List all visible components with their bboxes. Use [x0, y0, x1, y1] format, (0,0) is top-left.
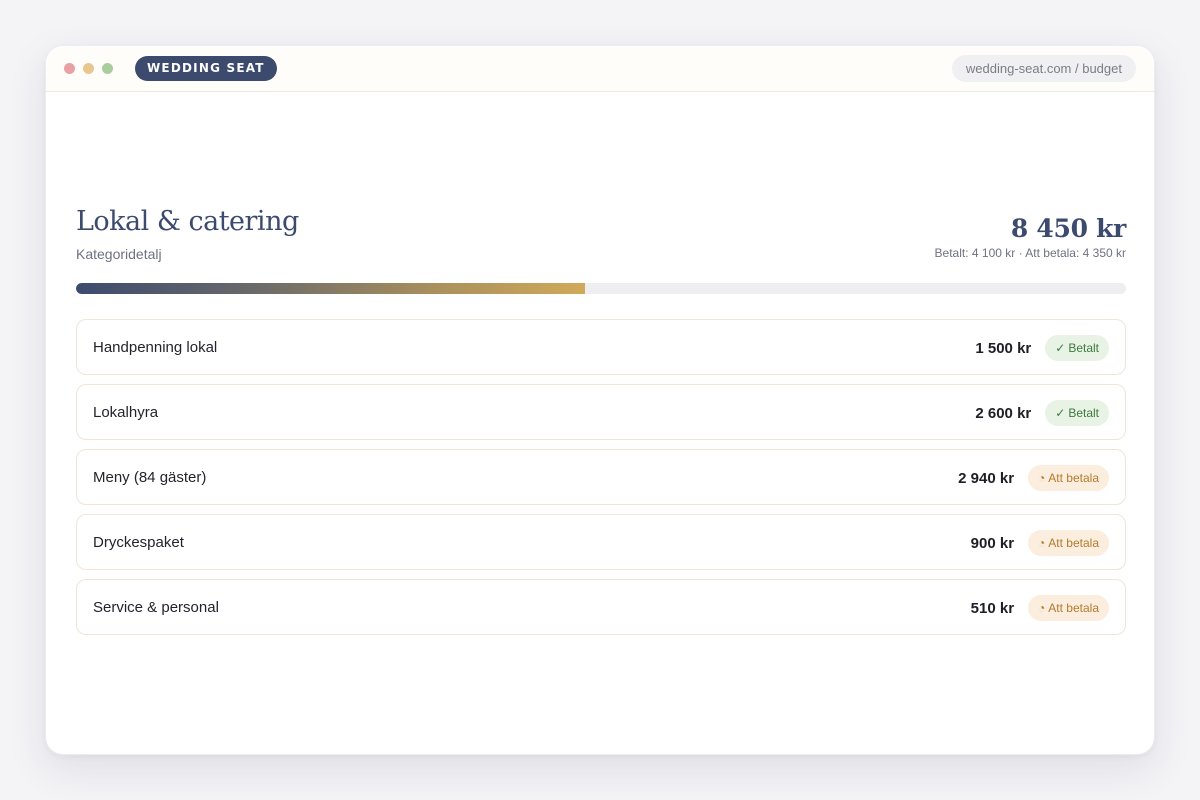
- close-window-button[interactable]: [64, 63, 75, 74]
- expense-row[interactable]: Dryckespaket 900 kr ◔ Att betala: [76, 514, 1126, 570]
- expense-row[interactable]: Lokalhyra 2 600 kr ✓ Betalt: [76, 384, 1126, 440]
- category-totals: 8 450 kr Betalt: 4 100 kr · Att betala: …: [934, 214, 1127, 260]
- status-label: Att betala: [1048, 601, 1099, 615]
- status-label: Betalt: [1068, 341, 1099, 355]
- status-label: Att betala: [1048, 536, 1099, 550]
- checkmark-icon: ✓: [1055, 341, 1066, 355]
- url-bar[interactable]: wedding-seat.com / budget: [951, 55, 1136, 82]
- expense-amount: 510 kr: [970, 599, 1015, 617]
- status-badge[interactable]: ◔ Att betala: [1028, 530, 1109, 556]
- maximize-window-button[interactable]: [102, 63, 113, 74]
- expense-row[interactable]: Service & personal 510 kr ◔ Att betala: [76, 579, 1126, 635]
- total-amount: 8 450 kr: [1010, 214, 1126, 243]
- status-label: Betalt: [1068, 406, 1099, 420]
- expense-name: Meny (84 gäster): [93, 469, 207, 486]
- title-bar: WEDDING SEAT wedding-seat.com / budget: [46, 46, 1154, 92]
- expense-amount: 2 940 kr: [958, 469, 1015, 487]
- expense-amount: 2 600 kr: [975, 404, 1032, 422]
- status-badge[interactable]: ✓ Betalt: [1045, 400, 1109, 426]
- status-label: Att betala: [1048, 471, 1099, 485]
- expense-name: Lokalhyra: [93, 404, 159, 421]
- category-detail: Lokal & catering Kategoridetalj 8 450 kr…: [76, 206, 1127, 635]
- expense-name: Handpenning lokal: [93, 339, 218, 356]
- pending-clock-icon: ◔: [1038, 601, 1046, 615]
- expense-list: Handpenning lokal 1 500 kr ✓ Betalt Loka…: [76, 319, 1126, 644]
- pending-clock-icon: ◔: [1038, 536, 1046, 550]
- expense-amount: 1 500 kr: [975, 339, 1032, 357]
- minimize-window-button[interactable]: [83, 63, 94, 74]
- expense-amount: 900 kr: [970, 534, 1015, 552]
- checkmark-icon: ✓: [1055, 406, 1066, 420]
- expense-row[interactable]: Handpenning lokal 1 500 kr ✓ Betalt: [76, 319, 1126, 375]
- status-badge[interactable]: ◔ Att betala: [1028, 595, 1109, 621]
- browser-window: WEDDING SEAT wedding-seat.com / budget L…: [45, 45, 1155, 755]
- expense-name: Service & personal: [93, 599, 219, 616]
- payment-progress-fill: [76, 283, 586, 294]
- payment-summary: Betalt: 4 100 kr · Att betala: 4 350 kr: [934, 246, 1126, 260]
- status-badge[interactable]: ◔ Att betala: [1028, 465, 1109, 491]
- expense-row[interactable]: Meny (84 gäster) 2 940 kr ◔ Att betala: [76, 449, 1126, 505]
- expense-name: Dryckespaket: [93, 534, 184, 551]
- brand-logo[interactable]: WEDDING SEAT: [135, 56, 277, 81]
- pending-clock-icon: ◔: [1038, 471, 1046, 485]
- status-badge[interactable]: ✓ Betalt: [1045, 335, 1109, 361]
- payment-progress-bar: [76, 283, 1126, 294]
